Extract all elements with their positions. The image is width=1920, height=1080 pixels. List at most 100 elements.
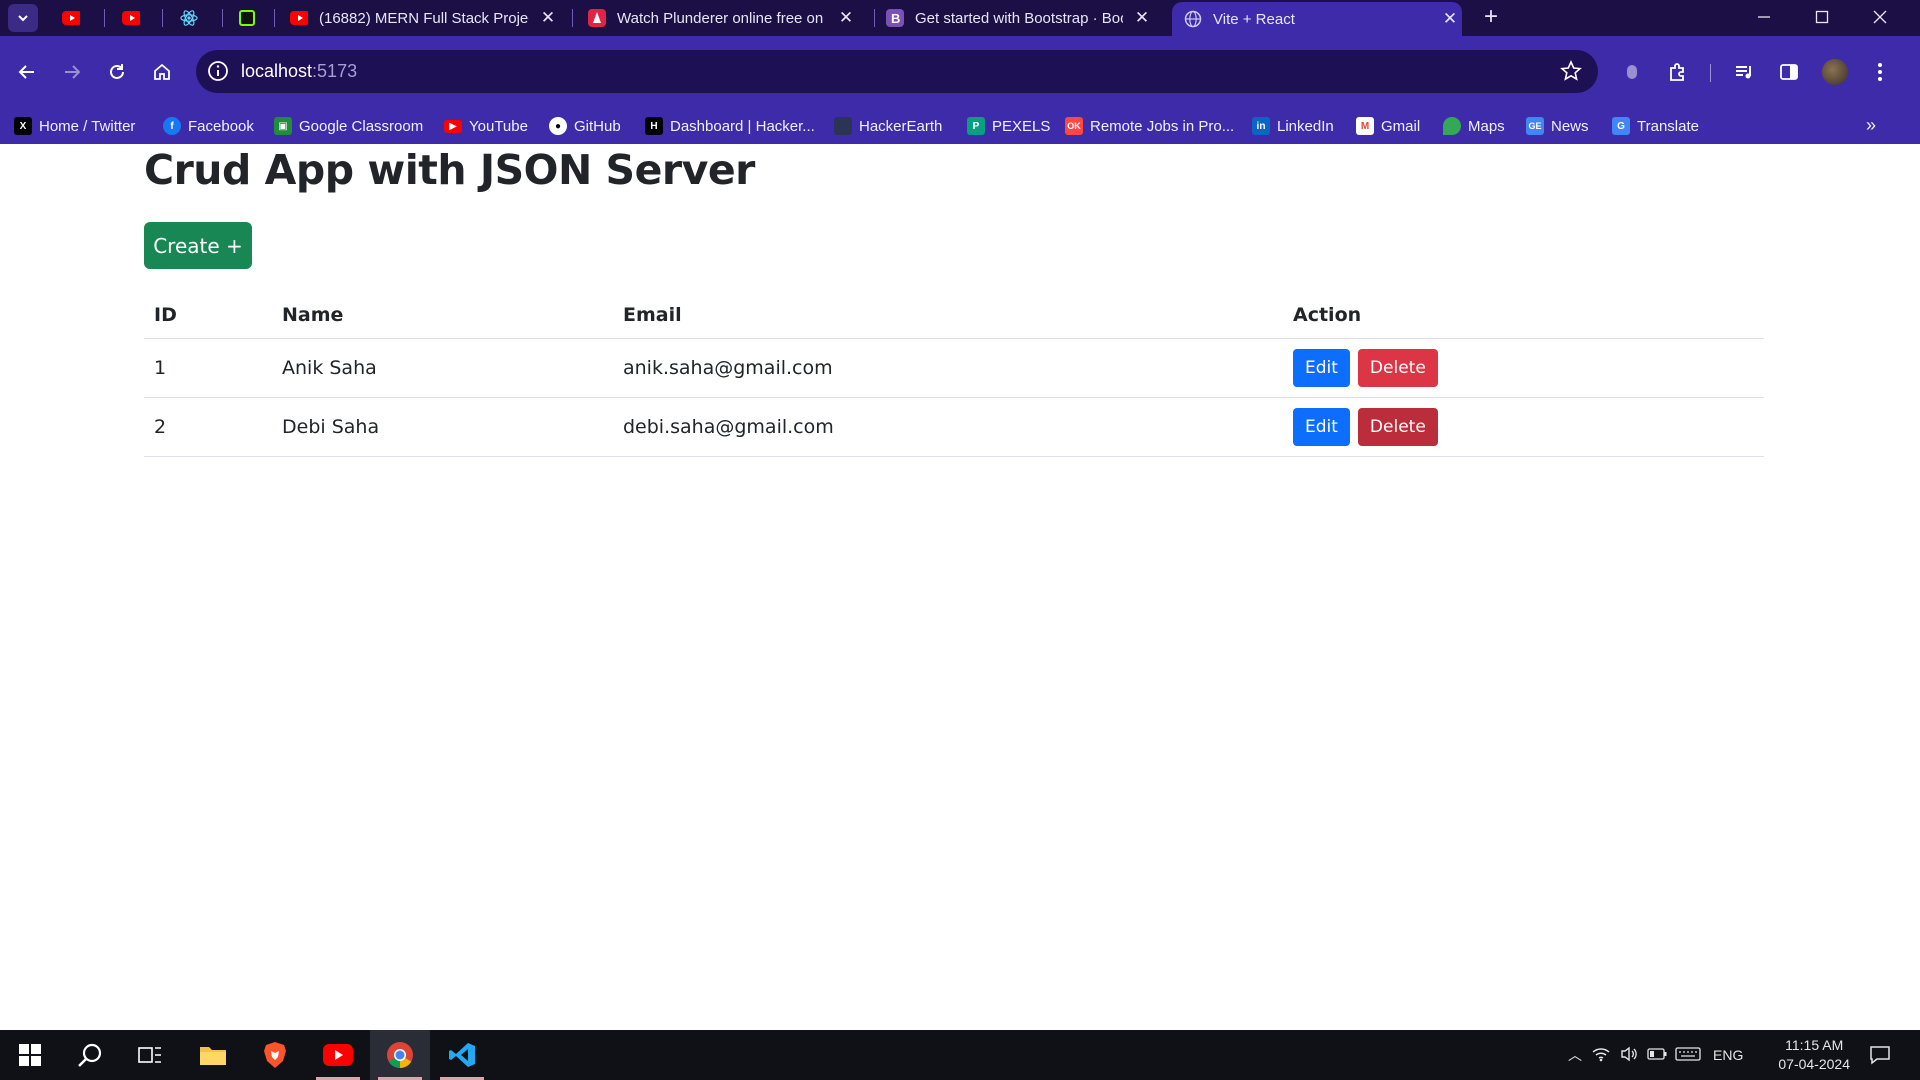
site-info-icon[interactable]: [207, 60, 229, 82]
table-row: 1 Anik Saha anik.saha@gmail.com Edit Dele…: [144, 338, 1764, 398]
tab-app[interactable]: [238, 2, 256, 34]
tab-youtube-2[interactable]: [122, 2, 140, 34]
tab-search-button[interactable]: [8, 4, 38, 32]
wifi-icon[interactable]: [1587, 1046, 1615, 1065]
task-view-button[interactable]: [120, 1030, 180, 1080]
tab-youtube-1[interactable]: [62, 2, 80, 34]
youtube-icon: [290, 9, 308, 27]
cell-name: Debi Saha: [272, 397, 613, 457]
new-tab-button[interactable]: +: [1477, 3, 1505, 31]
chrome-button[interactable]: [370, 1030, 430, 1080]
delete-button[interactable]: Delete: [1357, 407, 1438, 446]
address-bar[interactable]: localhost:5173: [196, 50, 1598, 93]
hackerearth-icon: [834, 117, 852, 135]
github-icon: ●: [549, 117, 567, 135]
bookmark-hackerrank[interactable]: H Dashboard | Hacker...: [645, 115, 815, 137]
clock[interactable]: 11:15 AM 07-04-2024: [1778, 1036, 1850, 1074]
start-button[interactable]: [0, 1030, 60, 1080]
time: 11:15 AM: [1785, 1037, 1844, 1053]
avatar: [1822, 59, 1848, 85]
edit-button[interactable]: Edit: [1293, 348, 1350, 387]
tab-mern[interactable]: (16882) MERN Full Stack Projec ✕: [290, 2, 562, 34]
search-button[interactable]: [60, 1030, 120, 1080]
task-view-icon: [138, 1047, 161, 1063]
tab-react[interactable]: [180, 2, 198, 34]
svg-text:B: B: [891, 11, 900, 26]
edit-button[interactable]: Edit: [1293, 407, 1350, 446]
globe-icon: [1184, 10, 1202, 28]
bookmark-star-icon[interactable]: [1560, 60, 1582, 82]
bookmark-news[interactable]: GE News: [1526, 115, 1589, 137]
bootstrap-icon: B: [886, 9, 904, 27]
react-icon: [180, 9, 198, 27]
table-row: 2 Debi Saha debi.saha@gmail.com Edit Dele…: [144, 397, 1764, 457]
cell-id: 2: [144, 397, 272, 457]
page-title: Crud App with JSON Server: [144, 146, 755, 194]
minimize-icon: [1758, 16, 1770, 18]
bookmark-classroom[interactable]: ▣ Google Classroom: [274, 115, 423, 137]
language-indicator[interactable]: ENG: [1713, 1047, 1743, 1063]
brave-button[interactable]: [245, 1030, 305, 1080]
volume-icon[interactable]: [1615, 1046, 1643, 1065]
bookmark-hackerearth[interactable]: HackerEarth: [834, 115, 942, 137]
extensions-button[interactable]: [1660, 54, 1696, 90]
tab-bootstrap[interactable]: B Get started with Bootstrap · Boo ✕: [886, 2, 1158, 34]
bookmark-translate[interactable]: G Translate: [1612, 115, 1699, 137]
brave-icon: [264, 1042, 286, 1068]
minimize-button[interactable]: [1736, 0, 1792, 34]
delete-button[interactable]: Delete: [1357, 348, 1438, 387]
cell-email: anik.saha@gmail.com: [613, 338, 1283, 398]
show-hidden-icons[interactable]: ︿: [1563, 1045, 1587, 1065]
translate-icon: G: [1612, 117, 1630, 135]
bookmark-maps[interactable]: Maps: [1443, 115, 1505, 137]
bookmark-youtube[interactable]: ▶ YouTube: [444, 115, 528, 137]
cell-name: Anik Saha: [272, 338, 613, 398]
tab-vite-react[interactable]: Vite + React ✕: [1172, 2, 1462, 36]
bookmark-linkedin[interactable]: in LinkedIn: [1252, 115, 1334, 137]
extension-button[interactable]: [1614, 54, 1650, 90]
vscode-icon: [449, 1043, 475, 1067]
reload-button[interactable]: [99, 54, 135, 90]
search-icon: [78, 1043, 102, 1067]
bookmark-pexels[interactable]: P PEXELS: [967, 115, 1050, 137]
profile-button[interactable]: [1817, 54, 1853, 90]
close-tab-icon[interactable]: ✕: [835, 8, 857, 28]
media-controls-button[interactable]: [1726, 54, 1762, 90]
puzzle-icon: [1670, 63, 1684, 81]
reload-icon: [110, 64, 124, 79]
close-tab-icon[interactable]: ✕: [537, 8, 559, 28]
file-explorer-button[interactable]: [183, 1030, 243, 1080]
notification-icon: [1870, 1046, 1890, 1065]
vscode-button[interactable]: [432, 1030, 492, 1080]
youtube-app-button[interactable]: [308, 1030, 368, 1080]
home-icon: [154, 63, 170, 80]
bookmark-gmail[interactable]: M Gmail: [1356, 115, 1420, 137]
create-button[interactable]: Create +: [144, 222, 252, 269]
tab-strip: (16882) MERN Full Stack Projec ✕ Watch P…: [0, 0, 1920, 36]
bookmark-twitter[interactable]: X Home / Twitter: [14, 115, 135, 137]
menu-button[interactable]: [1862, 54, 1898, 90]
tab-title: Get started with Bootstrap · Boo: [915, 9, 1123, 27]
forward-button[interactable]: [54, 54, 90, 90]
arrow-left-icon: [18, 65, 34, 79]
hackerrank-icon: H: [645, 117, 663, 135]
close-tab-icon[interactable]: ✕: [1131, 8, 1153, 28]
maximize-button[interactable]: [1794, 0, 1850, 34]
bookmark-facebook[interactable]: f Facebook: [163, 115, 254, 137]
remoteok-icon: OK: [1065, 117, 1083, 135]
battery-icon[interactable]: [1643, 1047, 1671, 1063]
bookmark-github[interactable]: ● GitHub: [549, 115, 621, 137]
notifications-button[interactable]: [1850, 1030, 1910, 1080]
chevron-down-icon: [18, 15, 28, 22]
keyboard-icon[interactable]: [1671, 1046, 1705, 1064]
maps-icon: [1443, 117, 1461, 135]
close-tab-icon[interactable]: ✕: [1439, 9, 1461, 29]
home-button[interactable]: [144, 54, 180, 90]
tab-plunderer[interactable]: Watch Plunderer online free on ✕: [588, 2, 864, 34]
youtube-icon: [323, 1044, 353, 1066]
side-panel-button[interactable]: [1771, 54, 1807, 90]
back-button[interactable]: [9, 54, 45, 90]
bookmark-remoteok[interactable]: OK Remote Jobs in Pro...: [1065, 115, 1234, 137]
more-bookmarks-icon[interactable]: »: [1866, 115, 1876, 136]
close-window-button[interactable]: [1852, 0, 1908, 34]
